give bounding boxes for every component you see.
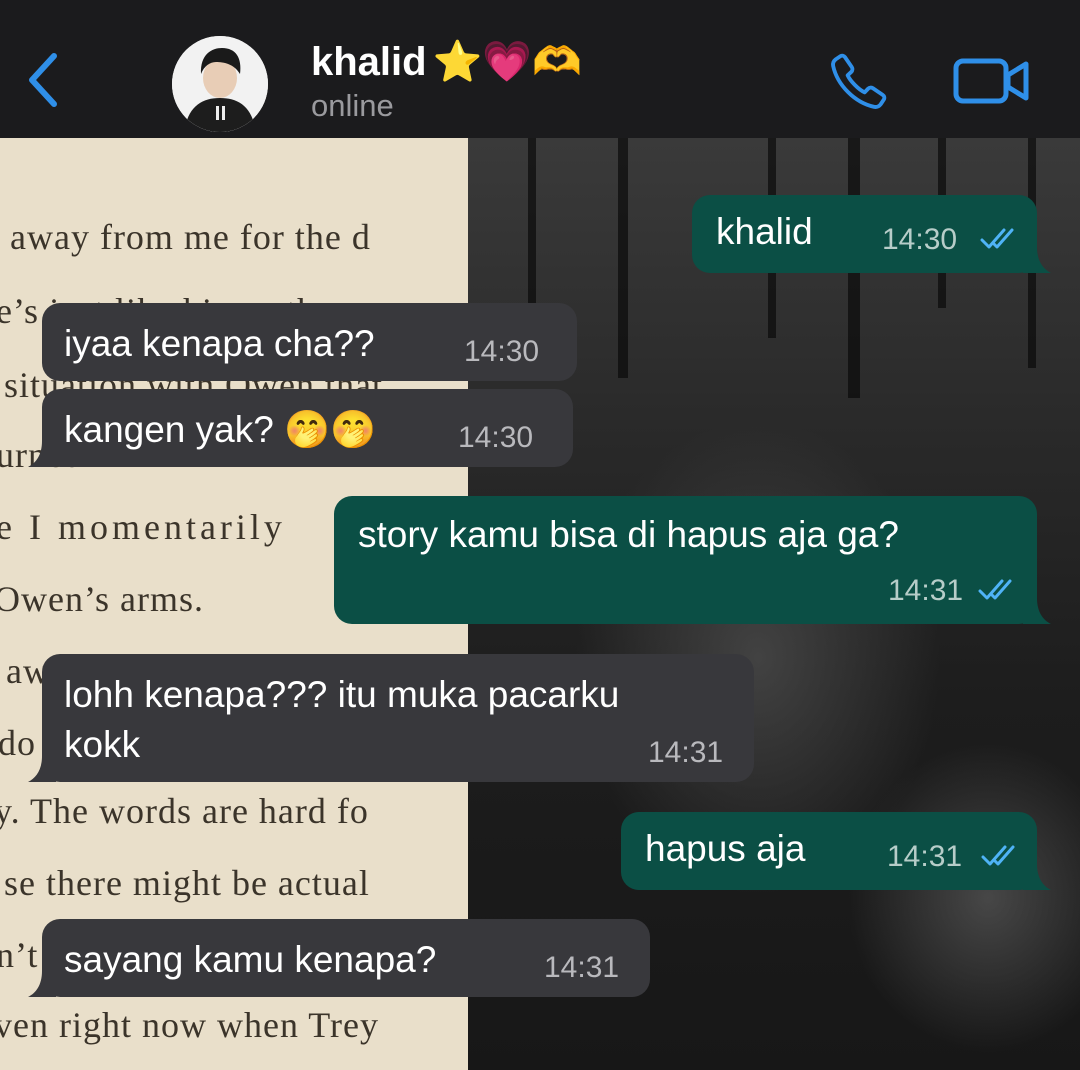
message-outgoing[interactable]: story kamu bisa di hapus aja ga? 14:31: [334, 496, 1051, 624]
book-line: y. The words are hard fo: [0, 791, 369, 831]
message-text-line2: kokk: [64, 724, 141, 765]
message-time: 14:30: [882, 223, 958, 256]
read-ticks-icon: [980, 228, 1014, 249]
video-call-button[interactable]: [952, 56, 1032, 106]
read-ticks-icon: [981, 845, 1015, 866]
message-incoming[interactable]: sayang kamu kenapa? 14:31: [28, 919, 650, 997]
message-time: 14:31: [888, 574, 964, 607]
message-time: 14:31: [648, 736, 724, 769]
message-text-line1: lohh kenapa??? itu muka pacarku: [64, 674, 620, 715]
bubble-tail: [28, 971, 56, 997]
message-text: khalid: [716, 211, 813, 252]
contact-status: online: [311, 88, 394, 123]
message-incoming[interactable]: kangen yak? 🤭🤭 14:30: [28, 389, 573, 467]
chevron-left-icon: [29, 53, 57, 107]
message-text: sayang kamu kenapa?: [64, 939, 437, 980]
message-text: iyaa kenapa cha??: [64, 323, 375, 364]
read-ticks-icon: [978, 579, 1012, 600]
message-text: kangen yak? 🤭🤭: [64, 409, 377, 450]
contact-avatar[interactable]: [172, 36, 268, 132]
bubble-tail: [1023, 864, 1051, 890]
bubble-tail: [28, 756, 56, 782]
video-camera-icon: [953, 58, 1029, 104]
bubble-tail: [28, 441, 56, 467]
bubble-tail: [1023, 598, 1051, 624]
message-text: hapus aja: [645, 828, 806, 869]
message-text: story kamu bisa di hapus aja ga?: [358, 514, 899, 555]
message-time: 14:31: [887, 840, 963, 873]
phone-icon: [831, 53, 887, 109]
contact-name[interactable]: khalid ⭐💗🫶: [311, 38, 582, 85]
book-line: n’t: [0, 935, 39, 975]
book-line: away from me for the d: [10, 217, 371, 257]
bubble-tail: [1023, 247, 1051, 273]
voice-call-button[interactable]: [828, 50, 890, 112]
book-line: ven right now when Trey: [0, 1005, 379, 1045]
book-line: se there might be actual: [4, 863, 370, 903]
message-time: 14:30: [458, 421, 534, 454]
message-incoming[interactable]: lohh kenapa??? itu muka pacarku kokk 14:…: [28, 654, 754, 782]
message-outgoing[interactable]: khalid 14:30: [692, 195, 1051, 273]
message-time: 14:31: [544, 951, 620, 984]
avatar-image: [172, 36, 268, 132]
message-incoming[interactable]: iyaa kenapa cha?? 14:30: [42, 303, 577, 381]
contact-name-text: khalid: [311, 40, 427, 84]
message-time: 14:30: [464, 335, 540, 368]
back-button[interactable]: [22, 50, 66, 110]
book-line: e I momentarily: [0, 507, 286, 547]
chat-header: khalid ⭐💗🫶 online: [0, 0, 1080, 138]
message-outgoing[interactable]: hapus aja 14:31: [621, 812, 1051, 890]
contact-name-emojis: ⭐💗🫶: [432, 40, 583, 84]
book-line: Owen’s arms.: [0, 579, 204, 619]
